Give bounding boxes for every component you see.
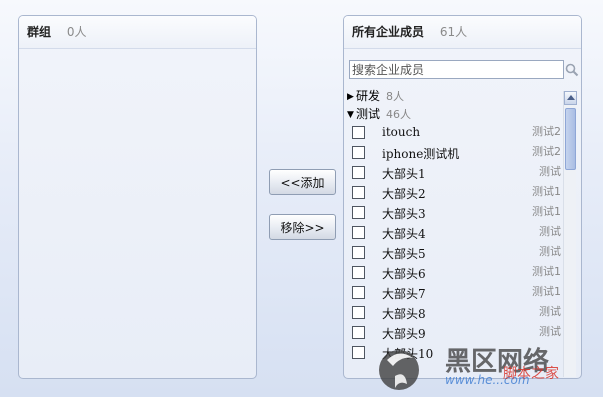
member-group: 测试2 [532, 145, 561, 158]
tree-group-count: 46人 [386, 108, 412, 121]
member-row[interactable]: 大部头7 测试1 [347, 283, 561, 303]
all-members-panel-header: 所有企业成员 61人 [344, 16, 581, 49]
member-name: itouch [382, 125, 421, 139]
member-name: 大部头6 [382, 267, 426, 281]
member-group: 测试 [539, 305, 561, 318]
member-checkbox[interactable] [352, 226, 365, 239]
group-panel-count: 0人 [66, 25, 87, 39]
member-checkbox[interactable] [352, 206, 365, 219]
member-search-input[interactable] [350, 61, 563, 78]
member-name: 大部头7 [382, 287, 426, 301]
member-checkbox[interactable] [352, 246, 365, 259]
member-name: iphone测试机 [382, 147, 460, 161]
member-name: 大部头1 [382, 167, 426, 181]
member-group: 测试 [539, 245, 561, 258]
member-row[interactable]: 大部头1 测试 [347, 163, 561, 183]
member-name: 大部头2 [382, 187, 426, 201]
member-group: 测试2 [532, 125, 561, 138]
member-name: 大部头5 [382, 247, 426, 261]
remove-button[interactable]: 移除>> [269, 214, 336, 240]
member-checkbox[interactable] [352, 306, 365, 319]
member-group: 测试1 [532, 185, 561, 198]
caret-down-icon[interactable]: ▼ [347, 106, 356, 124]
member-checkbox[interactable] [352, 166, 365, 179]
member-checkbox[interactable] [352, 266, 365, 279]
member-group: 测试1 [532, 205, 561, 218]
member-search-box[interactable] [349, 60, 564, 79]
tree-group-test[interactable]: ▼ 测试 46人 [347, 105, 561, 123]
tree-group-rd[interactable]: ▶ 研发 8人 [347, 87, 561, 105]
add-button[interactable]: <<添加 [269, 169, 336, 195]
member-name: 大部头4 [382, 227, 426, 241]
member-row[interactable]: 大部头5 测试 [347, 243, 561, 263]
member-name: 大部头9 [382, 327, 426, 341]
member-row[interactable]: 大部头8 测试 [347, 303, 561, 323]
member-name: 大部头8 [382, 307, 426, 321]
member-group: 测试 [539, 165, 561, 178]
member-checkbox[interactable] [352, 346, 365, 359]
tree-group-name: 测试 [356, 107, 381, 121]
tree-group-count: 8人 [386, 90, 405, 103]
member-checkbox[interactable] [352, 186, 365, 199]
all-members-panel-count: 61人 [439, 25, 468, 39]
member-row[interactable]: 大部头4 测试 [347, 223, 561, 243]
member-group: 测试1 [532, 285, 561, 298]
member-checkbox[interactable] [352, 326, 365, 339]
group-panel-title: 群组 [27, 25, 52, 39]
member-name: 大部头10 [382, 347, 434, 361]
member-row[interactable]: 大部头9 测试 [347, 323, 561, 343]
member-row[interactable]: iphone测试机 测试2 [347, 143, 561, 163]
search-icon[interactable] [565, 63, 579, 77]
member-group: 测试 [539, 325, 561, 338]
member-checkbox[interactable] [352, 146, 365, 159]
group-member-list[interactable] [19, 50, 256, 378]
all-members-panel-title: 所有企业成员 [352, 25, 425, 39]
member-row[interactable]: itouch 测试2 [347, 123, 561, 143]
all-members-panel: 所有企业成员 61人 ▶研发8人 ▼测试46人 itouch 测试2 iphon… [343, 15, 582, 379]
member-row[interactable]: 大部头6 测试1 [347, 263, 561, 283]
member-row[interactable]: 大部头2 测试1 [347, 183, 561, 203]
group-panel-header: 群组 0人 [19, 16, 256, 49]
caret-right-icon[interactable]: ▶ [347, 88, 356, 106]
member-group: 测试 [539, 225, 561, 238]
member-name: 大部头3 [382, 207, 426, 221]
group-panel: 群组 0人 [18, 15, 257, 379]
member-checkbox[interactable] [352, 126, 365, 139]
member-checkbox[interactable] [352, 286, 365, 299]
member-tree: ▶ 研发 8人 ▼ 测试 46人 itouch 测试2 iphone测试机 测试2 大部… [347, 87, 561, 377]
scroll-thumb[interactable] [565, 108, 576, 170]
scroll-up-arrow-icon[interactable] [564, 91, 577, 105]
tree-group-name: 研发 [356, 89, 381, 103]
member-row[interactable]: 大部头3 测试1 [347, 203, 561, 223]
member-row[interactable]: 大部头10 [347, 343, 561, 363]
member-group: 测试1 [532, 265, 561, 278]
member-list-scrollbar[interactable] [563, 91, 577, 377]
